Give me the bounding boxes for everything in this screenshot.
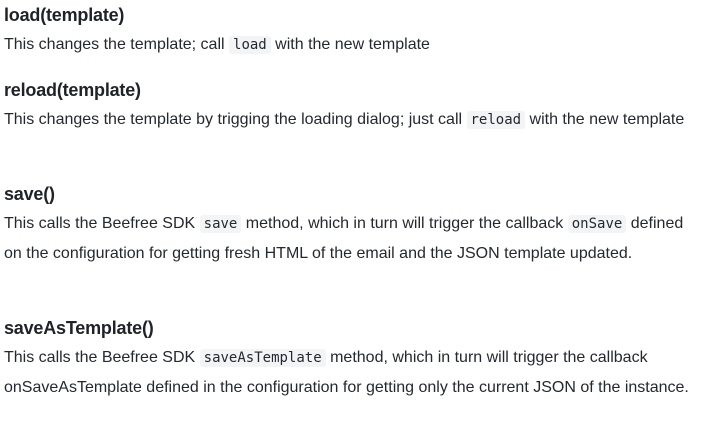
desc-text: method, which in turn will trigger the c… — [241, 215, 568, 232]
method-save-as-template: saveAsTemplate() This calls the Beefree … — [4, 318, 705, 403]
method-reload: reload(template) This changes the templa… — [4, 80, 705, 135]
method-desc-save-as-template: This calls the Beefree SDK saveAsTemplat… — [4, 343, 705, 403]
inline-code-onsave: onSave — [567, 215, 627, 233]
method-title-save: save() — [4, 184, 55, 204]
method-save: save() This calls the Beefree SDK save m… — [4, 184, 705, 269]
desc-text: This calls the Beefree SDK — [4, 215, 200, 232]
inline-code-load: load — [229, 36, 271, 54]
method-title-save-as-template: saveAsTemplate() — [4, 318, 154, 338]
api-docs: load(template) This changes the template… — [0, 0, 705, 439]
method-load: load(template) This changes the template… — [4, 5, 705, 60]
desc-text: This changes the template; call — [4, 36, 230, 53]
desc-text: This changes the template by trigging th… — [4, 111, 467, 128]
method-desc-save: This calls the Beefree SDK save method, … — [4, 209, 705, 269]
method-title-reload: reload(template) — [4, 80, 141, 100]
method-title-load: load(template) — [4, 5, 125, 25]
desc-text: with the new template — [270, 36, 430, 53]
desc-text: with the new template — [525, 111, 685, 128]
inline-code-reload: reload — [466, 111, 526, 129]
method-desc-reload: This changes the template by trigging th… — [4, 105, 705, 135]
method-desc-load: This changes the template; call load wit… — [4, 30, 705, 60]
desc-text: This calls the Beefree SDK — [4, 349, 200, 366]
inline-code-save-as-template: saveAsTemplate — [199, 349, 326, 367]
inline-code-save: save — [199, 215, 242, 233]
